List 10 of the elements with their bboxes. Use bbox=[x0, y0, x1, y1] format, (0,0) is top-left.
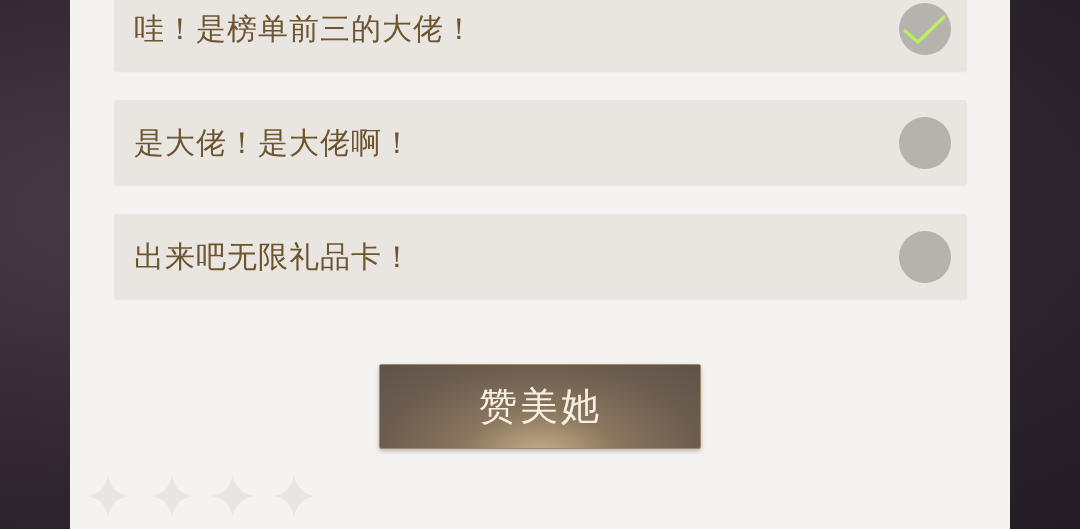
option-text: 哇！是榜单前三的大佬！ bbox=[134, 10, 475, 48]
option-text: 是大佬！是大佬啊！ bbox=[134, 124, 413, 162]
praise-button[interactable]: 赞美她 bbox=[379, 364, 701, 449]
checked-radio-icon[interactable] bbox=[899, 2, 951, 55]
answer-option[interactable]: 是大佬！是大佬啊！ bbox=[114, 100, 967, 185]
answer-option[interactable]: 出来吧无限礼品卡！ bbox=[114, 214, 967, 299]
answer-option[interactable]: 哇！是榜单前三的大佬！ bbox=[114, 0, 967, 71]
radio-icon[interactable] bbox=[899, 230, 951, 283]
radio-icon[interactable] bbox=[899, 116, 951, 169]
option-text: 出来吧无限礼品卡！ bbox=[134, 238, 413, 276]
